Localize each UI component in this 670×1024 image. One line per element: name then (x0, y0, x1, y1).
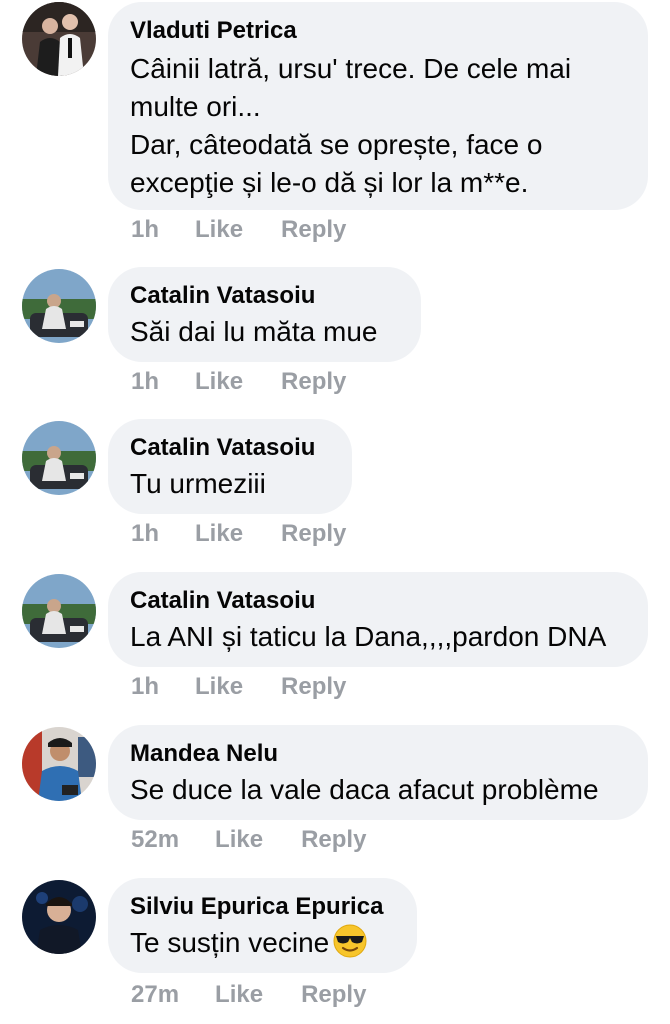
comment-text: La ANI și taticu la Dana,,,,pardon DNA (130, 621, 607, 652)
reply-button[interactable]: Reply (281, 368, 346, 396)
comment-actions: 1h Like Reply (131, 368, 346, 396)
sunglasses-emoji-icon (333, 924, 367, 968)
comment-time[interactable]: 1h (131, 216, 159, 244)
comment-actions: 52m Like Reply (131, 826, 366, 854)
reply-button[interactable]: Reply (301, 981, 366, 1009)
reply-button[interactable]: Reply (281, 520, 346, 548)
comment-text: Câinii latră, ursu' trece. De cele mai m… (130, 53, 572, 198)
comment-time[interactable]: 1h (131, 368, 159, 396)
comment-bubble: Vladuti Petrica Câinii latră, ursu' trec… (108, 2, 648, 210)
comment-author[interactable]: Silviu Epurica Epurica (130, 892, 395, 922)
reply-button[interactable]: Reply (281, 673, 346, 701)
like-button[interactable]: Like (195, 520, 243, 548)
like-button[interactable]: Like (195, 673, 243, 701)
comment-author[interactable]: Vladuti Petrica (130, 16, 626, 46)
comment-time[interactable]: 1h (131, 673, 159, 701)
comment-text: Te susțin vecine (130, 924, 395, 968)
comment-author[interactable]: Catalin Vatasoiu (130, 433, 330, 463)
comment-author[interactable]: Catalin Vatasoiu (130, 586, 626, 616)
like-button[interactable]: Like (195, 368, 243, 396)
avatar[interactable] (22, 880, 96, 954)
comment-actions: 27m Like Reply (131, 981, 366, 1009)
comment-actions: 1h Like Reply (131, 216, 346, 244)
comment-bubble: Catalin Vatasoiu Săi dai lu măta mue (108, 267, 421, 362)
avatar[interactable] (22, 574, 96, 648)
comment-bubble: Catalin Vatasoiu La ANI și taticu la Dan… (108, 572, 648, 667)
comment-text: Săi dai lu măta mue (130, 316, 378, 347)
comment-text: Tu urmeziii (130, 468, 266, 499)
avatar[interactable] (22, 727, 96, 801)
comment-time[interactable]: 1h (131, 520, 159, 548)
like-button[interactable]: Like (215, 981, 263, 1009)
avatar[interactable] (22, 421, 96, 495)
like-button[interactable]: Like (215, 826, 263, 854)
like-button[interactable]: Like (195, 216, 243, 244)
comment-actions: 1h Like Reply (131, 520, 346, 548)
comment-author[interactable]: Mandea Nelu (130, 739, 626, 769)
comment-bubble: Mandea Nelu Se duce la vale daca afacut … (108, 725, 648, 820)
comment-actions: 1h Like Reply (131, 673, 346, 701)
comment-text: Se duce la vale daca afacut problème (130, 774, 599, 805)
comment-time[interactable]: 27m (131, 981, 179, 1009)
comment-text-content: Te susțin vecine (130, 927, 330, 958)
avatar[interactable] (22, 2, 96, 76)
comment-author[interactable]: Catalin Vatasoiu (130, 281, 399, 311)
comment-bubble: Catalin Vatasoiu Tu urmeziii (108, 419, 352, 514)
comment-bubble: Silviu Epurica Epurica Te susțin vecine (108, 878, 417, 973)
avatar[interactable] (22, 269, 96, 343)
reply-button[interactable]: Reply (301, 826, 366, 854)
comment-time[interactable]: 52m (131, 826, 179, 854)
reply-button[interactable]: Reply (281, 216, 346, 244)
